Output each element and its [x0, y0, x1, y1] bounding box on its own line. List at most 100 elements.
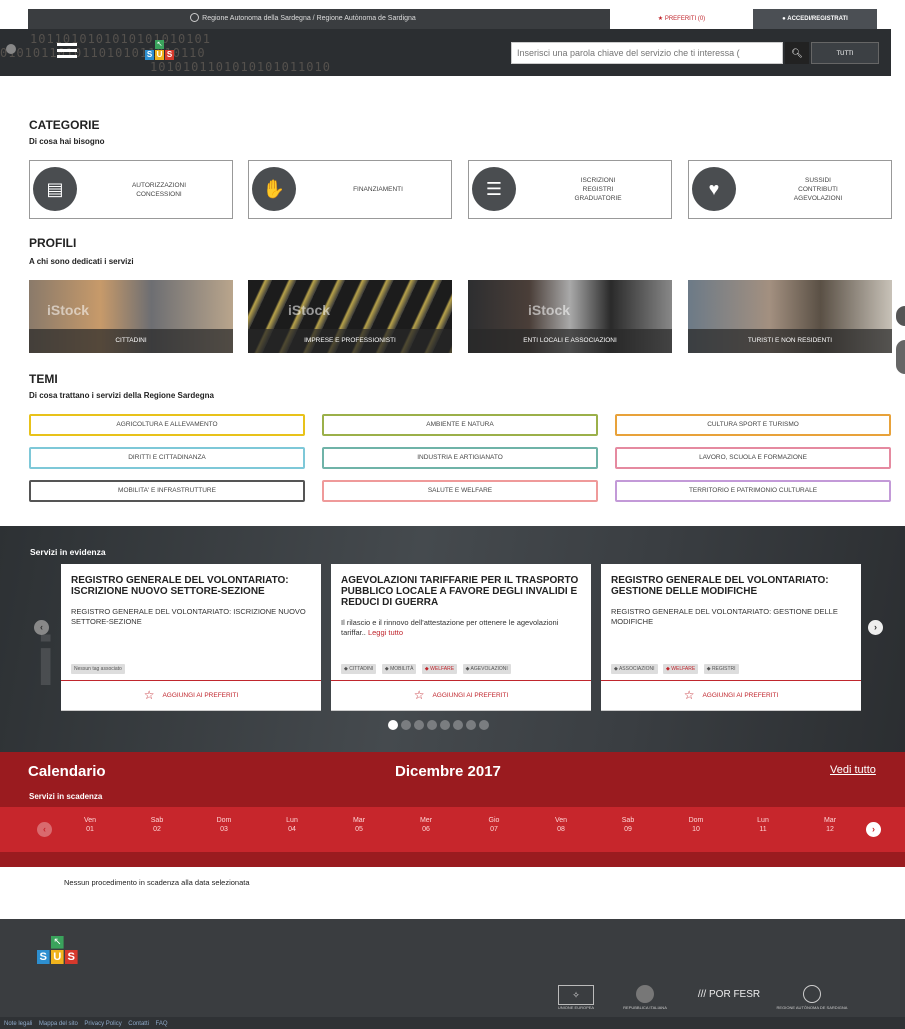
- footer-links: Note legali Mappa del sito Privacy Polic…: [0, 1017, 905, 1029]
- profile-tourists[interactable]: TURISTI E NON RESIDENTI: [688, 280, 892, 353]
- region-link[interactable]: Regione Autonoma della Sardegna / Region…: [28, 9, 578, 29]
- eu-flag-icon: ✧: [558, 985, 594, 1005]
- carousel-dot[interactable]: [440, 720, 450, 730]
- calendar-day[interactable]: Ven 01: [70, 816, 110, 834]
- hand-coins-icon: ✋: [252, 167, 296, 211]
- theme-environment[interactable]: AMBIENTE E NATURA: [322, 414, 598, 436]
- calendar-day[interactable]: Dom 03: [204, 816, 244, 834]
- theme-health[interactable]: SALUTE E WELFARE: [322, 480, 598, 502]
- theme-agriculture[interactable]: AGRICOLTURA E ALLEVAMENTO: [29, 414, 305, 436]
- document-check-icon: ▤: [33, 167, 77, 211]
- calendar-day[interactable]: Gio 07: [474, 816, 514, 834]
- themes-subtitle: Di cosa trattano i servizi della Regione…: [29, 391, 214, 400]
- service-card[interactable]: REGISTRO GENERALE DEL VOLONTARIATO: GEST…: [601, 564, 861, 711]
- footer-link-faq[interactable]: FAQ: [155, 1018, 167, 1029]
- prev-arrow-icon[interactable]: ‹: [34, 620, 49, 635]
- theme-industry[interactable]: INDUSTRIA E ARTIGIANATO: [322, 447, 598, 469]
- calendar-day[interactable]: Sab 02: [137, 816, 177, 834]
- profile-businesses[interactable]: iStock IMPRESE E PROFESSIONISTI: [248, 280, 452, 353]
- profile-label: ENTI LOCALI E ASSOCIAZIONI: [468, 329, 672, 353]
- service-card[interactable]: AGEVOLAZIONI TARIFFARIE PER IL TRASPORTO…: [331, 564, 591, 711]
- star-icon: ☆: [413, 688, 425, 702]
- calendar-day[interactable]: Lun 11: [743, 816, 783, 834]
- calendar-days-strip: ‹ Ven 01 Sab 02 Dom 03 Lun 04 Mar 05 Mer 06 Gi…: [0, 807, 905, 852]
- login-button[interactable]: ● ACCEDI/REGISTRATI: [753, 9, 877, 29]
- side-location-icon[interactable]: [896, 306, 905, 326]
- top-bar: Regione Autonoma della Sardegna / Region…: [28, 9, 877, 29]
- footer-link-contacts[interactable]: Contatti: [128, 1018, 149, 1029]
- sus-logo[interactable]: ↖ S U S: [145, 40, 175, 64]
- carousel-dot[interactable]: [388, 720, 398, 730]
- all-button[interactable]: TUTTI: [811, 42, 879, 64]
- card-tag: ◆ REGISTRI: [703, 664, 739, 674]
- calendar-title: Calendario: [28, 763, 106, 780]
- star-icon: ☆: [683, 688, 695, 702]
- category-label: AUTORIZZAZIONI CONCESSIONI: [131, 181, 187, 198]
- carousel-dot[interactable]: [453, 720, 463, 730]
- card-title: REGISTRO GENERALE DEL VOLONTARIATO: GEST…: [611, 575, 829, 597]
- calendar-prev-icon[interactable]: ‹: [37, 822, 52, 837]
- site-footer: ↖ S U S: [0, 919, 905, 1029]
- region-emblem-icon: [190, 13, 200, 22]
- profiles-subtitle: A chi sono dedicati i servizi: [29, 257, 134, 266]
- read-more-link[interactable]: Leggi tutto: [366, 628, 403, 637]
- profile-citizens[interactable]: iStock CITTADINI: [29, 280, 233, 353]
- carousel-dot[interactable]: [466, 720, 476, 730]
- italy-emblem-icon: [636, 985, 654, 1003]
- card-tag: ◆ CITTADINI: [341, 664, 377, 674]
- theme-mobility[interactable]: MOBILITA' E INFRASTRUTTURE: [29, 480, 305, 502]
- calendar-day[interactable]: Sab 09: [608, 816, 648, 834]
- calendar-day[interactable]: Ven 08: [541, 816, 581, 834]
- calendar-day[interactable]: Lun 04: [272, 816, 312, 834]
- footer-sus-logo[interactable]: ↖ S U S: [37, 936, 79, 970]
- favorites-label: PREFERITI (0): [664, 16, 706, 22]
- calendar-next-icon[interactable]: ›: [866, 822, 881, 837]
- service-card[interactable]: REGISTRO GENERALE DEL VOLONTARIATO: ISCR…: [61, 564, 321, 711]
- category-authorizations[interactable]: ▤ AUTORIZZAZIONI CONCESSIONI: [29, 160, 233, 219]
- add-favorite-button[interactable]: ☆ AGGIUNGI AI PREFERITI: [601, 684, 861, 706]
- carousel-dot[interactable]: [427, 720, 437, 730]
- calendar-day[interactable]: Mar 05: [339, 816, 379, 834]
- profiles-title: PROFILI: [29, 236, 77, 250]
- featured-title: Servizi in evidenza: [30, 547, 106, 557]
- star-icon: ☆: [143, 688, 155, 702]
- category-financing[interactable]: ✋ FINANZIAMENTI: [248, 160, 452, 219]
- menu-icon[interactable]: [57, 43, 77, 59]
- card-title: AGEVOLAZIONI TARIFFARIE PER IL TRASPORTO…: [341, 575, 579, 608]
- calendar-section: Calendario Dicembre 2017 Vedi tutto Serv…: [0, 752, 905, 867]
- category-registrations[interactable]: ☰ ISCRIZIONI REGISTRI GRADUATORIE: [468, 160, 672, 219]
- footer-link-privacy[interactable]: Privacy Policy: [84, 1018, 121, 1029]
- calendar-day[interactable]: Mer 06: [406, 816, 446, 834]
- theme-rights[interactable]: DIRITTI E CITTADINANZA: [29, 447, 305, 469]
- italy-logo: REPUBBLICA ITALIANA: [615, 985, 675, 1011]
- card-description: REGISTRO GENERALE DEL VOLONTARIATO: GEST…: [611, 607, 838, 626]
- card-tags: ◆ ASSOCIAZIONI ◆ WELFARE ◆ REGISTRI: [611, 662, 851, 674]
- themes-title: TEMI: [29, 372, 58, 386]
- profile-local-entities[interactable]: iStock ENTI LOCALI E ASSOCIAZIONI: [468, 280, 672, 353]
- add-favorite-button[interactable]: ☆ AGGIUNGI AI PREFERITI: [331, 684, 591, 706]
- calendar-day[interactable]: Mar 12: [810, 816, 850, 834]
- add-favorite-button[interactable]: ☆ AGGIUNGI AI PREFERITI: [61, 684, 321, 706]
- login-label: ACCEDI/REGISTRATI: [787, 16, 848, 22]
- carousel-dot[interactable]: [401, 720, 411, 730]
- see-all-link[interactable]: Vedi tutto: [830, 764, 876, 776]
- carousel-dot[interactable]: [479, 720, 489, 730]
- categories-subtitle: Di cosa hai bisogno: [29, 137, 105, 146]
- search-button[interactable]: 🔍︎: [785, 42, 809, 64]
- side-share-icon[interactable]: [896, 340, 905, 374]
- footer-link-sitemap[interactable]: Mappa del sito: [39, 1018, 78, 1029]
- decorative-dot: [6, 44, 16, 54]
- favorites-button[interactable]: ★ PREFERITI (0): [610, 9, 753, 29]
- card-tag: ◆ WELFARE: [663, 664, 699, 674]
- theme-territory[interactable]: TERRITORIO E PATRIMONIO CULTURALE: [615, 480, 891, 502]
- footer-link-legal[interactable]: Note legali: [4, 1018, 32, 1029]
- category-label: ISCRIZIONI REGISTRI GRADUATORIE: [574, 177, 622, 202]
- theme-culture[interactable]: CULTURA SPORT E TURISMO: [615, 414, 891, 436]
- theme-work[interactable]: LAVORO, SCUOLA E FORMAZIONE: [615, 447, 891, 469]
- category-subsidies[interactable]: ♥ SUSSIDI CONTRIBUTI AGEVOLAZIONI: [688, 160, 892, 219]
- region-logo: REGIONE AUTÒNOMA DE SARDIGNA: [772, 985, 852, 1011]
- search-input[interactable]: [511, 42, 783, 64]
- next-arrow-icon[interactable]: ›: [868, 620, 883, 635]
- carousel-dot[interactable]: [414, 720, 424, 730]
- calendar-day[interactable]: Dom 10: [676, 816, 716, 834]
